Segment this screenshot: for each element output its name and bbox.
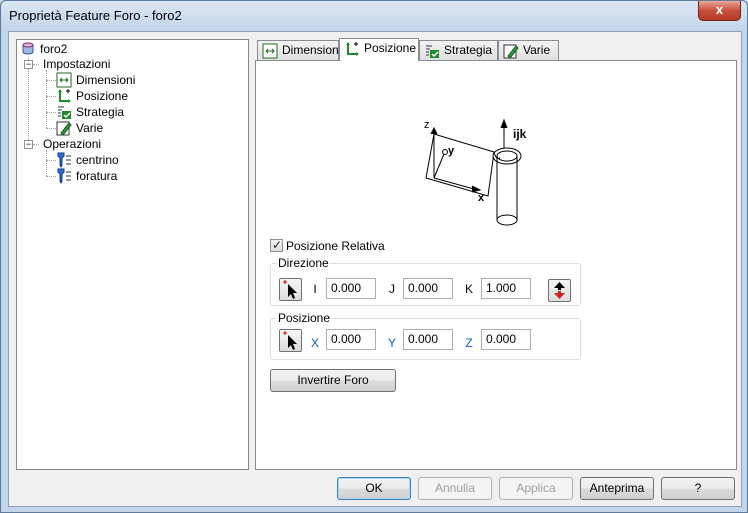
direction-j-field[interactable]: 0.000 — [403, 278, 453, 299]
expander-operazioni[interactable]: − — [24, 140, 33, 149]
cancel-button[interactable]: Annulla — [418, 477, 492, 500]
tab-label: Posizione — [364, 41, 417, 55]
axis-label-z: Z — [465, 336, 473, 350]
misc-icon — [503, 43, 519, 59]
pick-direction-button[interactable] — [279, 278, 302, 301]
close-button[interactable]: x — [698, 1, 741, 21]
relative-position-checkbox[interactable]: ✓ — [270, 238, 283, 252]
preview-button[interactable]: Anteprima — [580, 477, 654, 500]
axis-label-x: X — [310, 336, 319, 350]
position-group-title: Posizione — [277, 311, 332, 325]
dialog-window: Proprietà Feature Foro - foro2 x foro2 −… — [0, 0, 748, 513]
dialog-client: foro2 − Impostazioni Dimensioni Posizion… — [8, 31, 742, 507]
axis-label-i: I — [313, 282, 317, 296]
hole-orientation-diagram: z y x ijk — [424, 118, 527, 226]
drill-op-icon — [56, 152, 72, 169]
pick-position-button[interactable] — [279, 329, 302, 352]
position-group: Posizione X 0.000 Y 0.000 Z 0.000 — [270, 311, 581, 360]
invert-hole-button[interactable]: Invertire Foro — [270, 369, 396, 392]
tab-dimensioni[interactable]: Dimensioni — [257, 40, 342, 60]
tree-item-label: foratura — [76, 169, 118, 183]
position-icon — [344, 41, 360, 57]
tab-label: Dimensioni — [282, 43, 342, 57]
expander-impostazioni[interactable]: − — [24, 60, 33, 69]
tab-label: Varie — [523, 43, 551, 57]
tree-group-label: Impostazioni — [43, 57, 111, 71]
dimensions-icon — [262, 43, 278, 59]
direction-group: Direzione I 0.000 J 0.000 K 1.000 — [270, 256, 581, 306]
diagram-y-label: y — [448, 145, 455, 157]
check-mark-icon: ✓ — [272, 238, 283, 252]
strategy-icon — [56, 104, 72, 120]
window-title: Proprietà Feature Foro - foro2 — [9, 8, 182, 23]
dimensions-icon — [56, 72, 72, 88]
position-x-field[interactable]: 0.000 — [326, 329, 376, 350]
tab-label: Strategia — [444, 43, 493, 57]
tree-item-label: Dimensioni — [76, 73, 136, 87]
diagram-ijk-label: ijk — [513, 127, 527, 141]
apply-button[interactable]: Applica — [499, 477, 573, 500]
diagram-z-label: z — [424, 119, 430, 131]
misc-icon — [56, 120, 72, 136]
axis-label-k: K — [464, 282, 473, 296]
tree-item-label: Strategia — [76, 105, 125, 119]
flip-direction-button[interactable] — [548, 279, 571, 302]
direction-group-title: Direzione — [277, 256, 330, 270]
strategy-icon — [424, 43, 440, 59]
ok-button[interactable]: OK — [337, 477, 411, 500]
cylinder-feature-icon — [20, 41, 36, 57]
position-y-field[interactable]: 0.000 — [403, 329, 453, 350]
tab-panel-posizione: z y x ijk ✓ Posizione Relativa Direzione… — [255, 60, 737, 470]
tab-posizione[interactable]: Posizione — [339, 38, 419, 61]
position-z-field[interactable]: 0.000 — [481, 329, 531, 350]
feature-tree: foro2 − Impostazioni Dimensioni Posizion… — [16, 39, 249, 470]
tab-varie[interactable]: Varie — [498, 40, 559, 60]
tree-group-label: Operazioni — [43, 137, 102, 151]
tree-item-label: centrino — [76, 153, 119, 167]
flip-arrows-icon — [554, 282, 565, 299]
drill-op-icon — [56, 168, 72, 185]
tree-item-label: Posizione — [76, 89, 129, 103]
axis-label-j: J — [389, 282, 395, 296]
help-button[interactable]: ? — [661, 477, 735, 500]
relative-position-label: Posizione Relativa — [286, 239, 385, 253]
direction-k-field[interactable]: 1.000 — [481, 278, 531, 299]
pick-cursor-icon — [283, 331, 297, 350]
direction-i-field[interactable]: 0.000 — [326, 278, 376, 299]
position-icon — [56, 88, 72, 104]
pick-cursor-icon — [283, 280, 297, 299]
axis-label-y: Y — [387, 336, 396, 350]
tree-item-label: Varie — [76, 121, 104, 135]
tab-strategia[interactable]: Strategia — [419, 40, 498, 60]
tree-item-label: foro2 — [40, 42, 68, 56]
diagram-x-label: x — [478, 192, 485, 204]
